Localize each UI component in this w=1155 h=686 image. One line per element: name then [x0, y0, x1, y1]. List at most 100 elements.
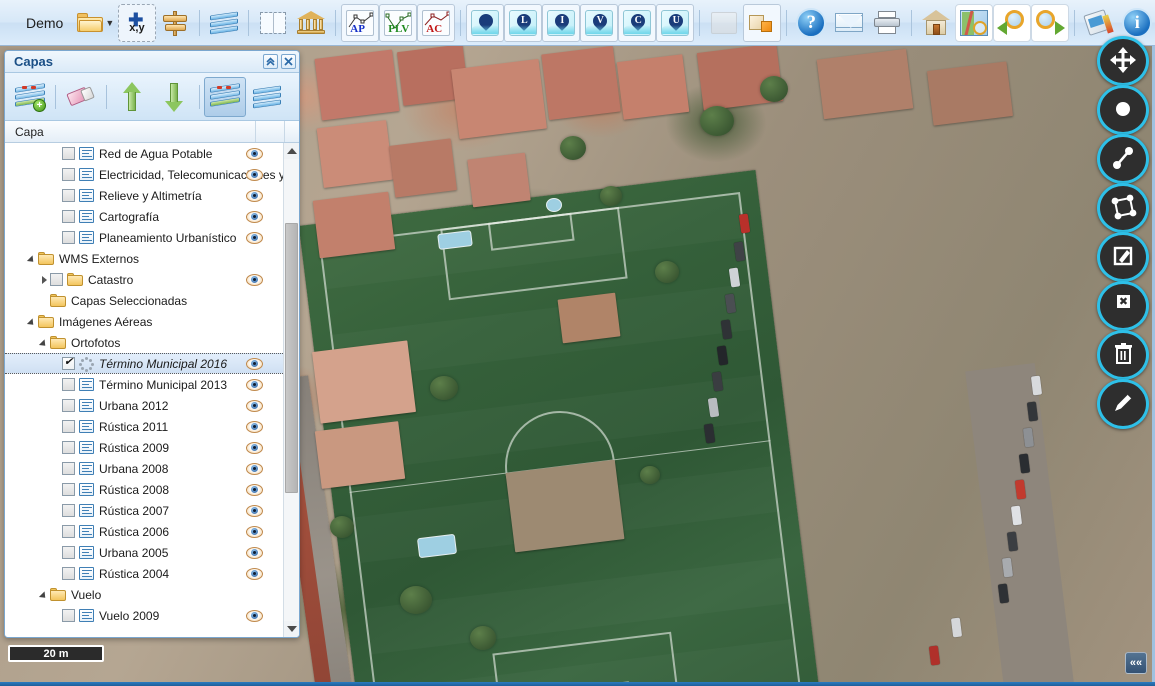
add-layer-button[interactable]: +	[9, 77, 51, 117]
coordinates-xy-button[interactable]: ✚ x,y	[118, 3, 157, 42]
layer-visibility-eye-icon[interactable]	[246, 399, 263, 412]
layer-visibility-checkbox[interactable]	[62, 231, 75, 244]
draw-freehand-tool-button[interactable]	[1097, 379, 1149, 429]
layer-tree-item[interactable]: Rústica 2006	[5, 521, 283, 542]
collapse-layers-button[interactable]	[246, 77, 288, 117]
scroll-down-button[interactable]	[284, 621, 299, 637]
draw-point-tool-button[interactable]	[1097, 85, 1149, 135]
split-view-button[interactable]	[254, 4, 292, 42]
layer-tree-item[interactable]: Urbana 2005	[5, 542, 283, 563]
layer-visibility-eye-icon[interactable]	[246, 273, 263, 286]
tree-expander-icon[interactable]	[39, 589, 50, 600]
show-layer-legend-button[interactable]	[204, 76, 246, 117]
layer-visibility-checkbox[interactable]	[62, 356, 75, 370]
layer-tree-item[interactable]: Red de Agua Potable	[5, 143, 283, 164]
layer-visibility-eye-icon[interactable]	[246, 504, 263, 517]
layer-tree-item[interactable]: Urbana 2012	[5, 395, 283, 416]
layer-tree-item[interactable]: Imágenes Aéreas	[5, 311, 283, 332]
collapse-panel-button[interactable]	[263, 54, 278, 69]
duplicate-shape-button[interactable]	[743, 3, 782, 42]
graph-ac-button[interactable]: AC	[417, 3, 456, 42]
layer-tree-item[interactable]: Ortofotos	[5, 332, 283, 353]
layer-visibility-checkbox[interactable]	[62, 483, 75, 496]
move-layer-up-button[interactable]	[111, 77, 153, 117]
tree-expander-icon[interactable]	[39, 274, 50, 285]
pin-i-button[interactable]: I	[542, 3, 581, 42]
layer-tree-item[interactable]: Rústica 2008	[5, 479, 283, 500]
layer-visibility-checkbox[interactable]	[62, 189, 75, 202]
street-sign-button[interactable]	[156, 4, 194, 42]
layer-visibility-eye-icon[interactable]	[246, 462, 263, 475]
layer-tree-item[interactable]: Catastro	[5, 269, 283, 290]
layer-visibility-eye-icon[interactable]	[246, 210, 263, 223]
layer-tree-item[interactable]: Término Municipal 2013	[5, 374, 283, 395]
layer-tree-item[interactable]: WMS Externos	[5, 248, 283, 269]
home-extent-button[interactable]	[917, 4, 955, 42]
scrollbar-thumb[interactable]	[285, 223, 298, 493]
pin-v-button[interactable]: V	[580, 3, 619, 42]
layer-visibility-checkbox[interactable]	[50, 273, 63, 286]
tree-expander-icon[interactable]	[27, 316, 38, 327]
print-button[interactable]	[868, 4, 906, 42]
layer-visibility-eye-icon[interactable]	[246, 357, 263, 370]
layer-tree-item[interactable]: Planeamiento Urbanístico	[5, 227, 283, 248]
layer-tree-item[interactable]: Relieve y Altimetría	[5, 185, 283, 206]
layer-visibility-checkbox[interactable]	[62, 462, 75, 475]
layer-visibility-eye-icon[interactable]	[246, 525, 263, 538]
pin-c-button[interactable]: C	[618, 3, 657, 42]
layer-visibility-checkbox[interactable]	[62, 567, 75, 580]
layer-visibility-checkbox[interactable]	[62, 378, 75, 391]
mail-button[interactable]	[830, 4, 868, 42]
graph-plv-button[interactable]: PLV	[379, 3, 418, 42]
layer-tree-item[interactable]: Electricidad, Telecomunicaciones y G	[5, 164, 283, 185]
layer-visibility-checkbox[interactable]	[62, 210, 75, 223]
layer-visibility-eye-icon[interactable]	[246, 168, 263, 181]
layers-stack-button[interactable]	[205, 4, 243, 42]
layer-visibility-checkbox[interactable]	[62, 609, 75, 622]
layer-visibility-eye-icon[interactable]	[246, 420, 263, 433]
layer-tree-item[interactable]: Vuelo 2009	[5, 605, 283, 626]
graph-ap-button[interactable]: AP	[341, 3, 380, 42]
layer-visibility-eye-icon[interactable]	[246, 231, 263, 244]
layer-tree-item[interactable]: Rústica 2004	[5, 563, 283, 584]
layer-visibility-eye-icon[interactable]	[246, 147, 263, 160]
layer-visibility-checkbox[interactable]	[62, 147, 75, 160]
layer-tree-item[interactable]: Urbana 2008	[5, 458, 283, 479]
draw-polygon-tool-button[interactable]	[1097, 183, 1149, 233]
layer-tree-item[interactable]: Término Municipal 2016	[5, 353, 283, 374]
layer-visibility-eye-icon[interactable]	[246, 609, 263, 622]
layer-visibility-checkbox[interactable]	[62, 441, 75, 454]
layer-visibility-checkbox[interactable]	[62, 420, 75, 433]
layer-visibility-eye-icon[interactable]	[246, 189, 263, 202]
layer-visibility-checkbox[interactable]	[62, 504, 75, 517]
layer-tree-item[interactable]: Rústica 2007	[5, 500, 283, 521]
close-panel-button[interactable]	[281, 54, 296, 69]
scroll-up-button[interactable]	[284, 143, 299, 159]
tree-expander-icon[interactable]	[39, 337, 50, 348]
zoom-previous-button[interactable]	[993, 3, 1032, 42]
layer-tree-item[interactable]: Rústica 2011	[5, 416, 283, 437]
map-search-button[interactable]	[955, 3, 994, 42]
pan-tool-button[interactable]	[1097, 36, 1149, 86]
layer-tree-item[interactable]: Capas Seleccionadas	[5, 290, 283, 311]
help-button[interactable]: ?	[792, 4, 830, 42]
layers-tree-scrollbar[interactable]	[283, 143, 299, 637]
layer-tree-item[interactable]: Cartografía	[5, 206, 283, 227]
layer-tree-item[interactable]: Rústica 2009	[5, 437, 283, 458]
layer-visibility-checkbox[interactable]	[62, 546, 75, 559]
layer-tree-item[interactable]: Vuelo	[5, 584, 283, 605]
layer-visibility-eye-icon[interactable]	[246, 378, 263, 391]
open-project-folder-button[interactable]	[71, 4, 109, 42]
remove-layer-button[interactable]	[60, 77, 102, 117]
draw-line-tool-button[interactable]	[1097, 134, 1149, 184]
layer-visibility-checkbox[interactable]	[62, 525, 75, 538]
move-layer-down-button[interactable]	[153, 77, 195, 117]
pin-u-button[interactable]: U	[656, 3, 695, 42]
layer-visibility-eye-icon[interactable]	[246, 483, 263, 496]
layer-visibility-checkbox[interactable]	[62, 399, 75, 412]
pin-plain-button[interactable]	[466, 3, 505, 42]
zoom-next-button[interactable]	[1031, 3, 1070, 42]
delete-feature-tool-button[interactable]: ✖	[1097, 281, 1149, 331]
edit-geometry-tool-button[interactable]	[1097, 232, 1149, 282]
pin-l-button[interactable]: L	[504, 3, 543, 42]
